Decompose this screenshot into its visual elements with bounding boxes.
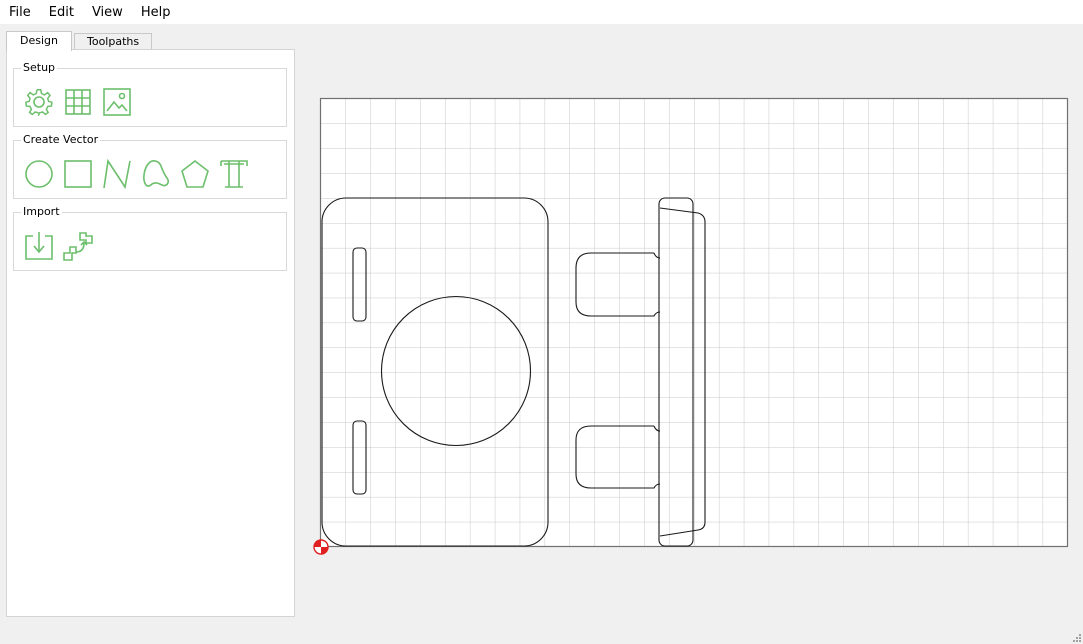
create-vector-group-title: Create Vector (21, 133, 101, 147)
import-vector-button[interactable] (62, 230, 94, 262)
draw-polyline-button[interactable] (101, 158, 133, 190)
import-group-title: Import (21, 205, 62, 219)
import-file-button[interactable] (23, 230, 55, 262)
origin-marker (313, 539, 329, 555)
curve-icon (143, 160, 169, 187)
design-canvas[interactable] (300, 24, 1083, 644)
import-file-icon (25, 232, 53, 260)
draw-text-button[interactable] (218, 158, 250, 190)
image-setup-button[interactable] (101, 86, 133, 118)
create-vector-group: Create Vector (13, 133, 287, 199)
draw-polygon-button[interactable] (179, 158, 211, 190)
import-group: Import (13, 205, 287, 271)
grid-setup-button[interactable] (62, 86, 94, 118)
image-icon (103, 88, 131, 116)
setup-group: Setup (13, 61, 287, 127)
resize-grip-icon[interactable] (1071, 632, 1081, 642)
grid (320, 98, 1068, 547)
rectangle-icon (64, 160, 92, 188)
draw-circle-button[interactable] (23, 158, 55, 190)
draw-rectangle-button[interactable] (62, 158, 94, 190)
menu-view[interactable]: View (83, 0, 132, 24)
grid-icon (65, 89, 91, 115)
menu-bar: File Edit View Help (0, 0, 1083, 24)
canvas-svg[interactable] (300, 24, 1083, 644)
menu-file[interactable]: File (0, 0, 40, 24)
tab-design[interactable]: Design (6, 31, 72, 51)
draw-curve-button[interactable] (140, 158, 172, 190)
menu-edit[interactable]: Edit (40, 0, 83, 24)
import-vector-icon (63, 232, 93, 261)
text-icon (220, 160, 248, 188)
circle-icon (25, 160, 53, 188)
job-setup-button[interactable] (23, 86, 55, 118)
design-panel: Setup Create Vector Import (6, 49, 295, 617)
polygon-icon (181, 159, 209, 188)
polyline-icon (103, 158, 131, 190)
panel-tabs: Design Toolpaths (6, 31, 154, 51)
settings-icon (25, 89, 53, 117)
setup-group-title: Setup (21, 61, 58, 75)
tab-toolpaths[interactable]: Toolpaths (73, 33, 153, 50)
menu-help[interactable]: Help (132, 0, 180, 24)
